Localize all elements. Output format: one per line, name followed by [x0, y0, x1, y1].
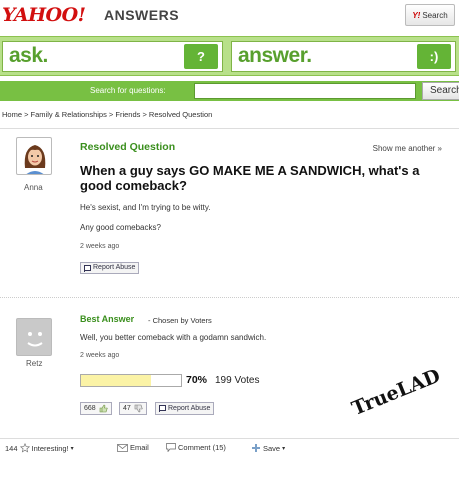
yahoo-search-button[interactable]: Y! Search — [405, 4, 455, 26]
asker-name[interactable]: Anna — [24, 183, 43, 192]
star-icon — [19, 443, 30, 453]
plus-icon — [252, 444, 260, 452]
report-abuse-button-question[interactable]: Report Abuse — [80, 262, 140, 274]
asker-avatar-icon — [24, 145, 46, 174]
vote-progress-fill — [81, 375, 151, 386]
thumbs-down-count: 47 — [123, 405, 131, 412]
answer-time: 2 weeks ago — [80, 352, 120, 359]
ask-label: ask. — [9, 44, 48, 67]
thumbs-down-button[interactable]: 47 — [119, 402, 147, 415]
chevron-down-icon: ▾ — [70, 445, 74, 452]
avatar-retz[interactable] — [16, 318, 52, 356]
save-button[interactable]: Save ▾ — [251, 443, 285, 453]
comment-button[interactable]: Comment (15) — [166, 443, 226, 452]
avatar-anna[interactable] — [16, 137, 52, 175]
report-abuse-label: Report Abuse — [168, 404, 211, 412]
email-button[interactable]: Email — [117, 443, 149, 452]
report-abuse-label: Report Abuse — [93, 264, 136, 271]
best-answer-title: Best Answer — [80, 314, 135, 324]
flag-icon — [159, 405, 166, 412]
resolved-question-title: Resolved Question — [80, 141, 176, 153]
interesting-button[interactable]: 144 Interesting! ▾ — [5, 443, 74, 453]
show-another-link[interactable]: Show me another » — [373, 144, 442, 153]
thumbs-up-count: 668 — [84, 405, 96, 412]
vote-progress-bar — [80, 374, 182, 387]
answer-text: Well, you better comeback with a godamn … — [80, 333, 267, 342]
thumbs-down-icon — [134, 404, 143, 413]
email-icon — [117, 443, 128, 452]
search-bar: Search for questions: Search — [0, 81, 459, 101]
save-label: Save — [263, 443, 281, 453]
question-details-line2: Any good comebacks? — [80, 223, 161, 232]
search-label: Search for questions: — [90, 86, 166, 95]
interesting-label: Interesting! — [31, 443, 69, 453]
answer-smiley-icon[interactable]: :) — [417, 44, 451, 69]
question-details-line1: He's sexist, and I'm trying to be witty. — [80, 203, 211, 212]
answer-label: answer. — [238, 44, 312, 67]
yahoo-logo[interactable]: YAHOO! — [2, 4, 86, 26]
header: YAHOO! ANSWERS Y! Search — [0, 0, 459, 34]
ask-question-icon[interactable]: ? — [184, 44, 218, 69]
chevron-down-icon: ▾ — [282, 445, 286, 452]
breadcrumb[interactable]: Home > Family & Relationships > Friends … — [2, 110, 212, 119]
search-input[interactable] — [194, 83, 416, 99]
default-avatar-icon — [27, 332, 43, 347]
answer-panel[interactable]: answer. :) — [231, 41, 456, 72]
ask-answer-bar: ask. ? answer. :) — [0, 36, 459, 76]
answerer-name[interactable]: Retz — [26, 359, 42, 368]
flag-icon — [84, 264, 91, 272]
search-button[interactable]: Search — [422, 82, 459, 100]
chosen-by-label: - Chosen by Voters — [148, 316, 212, 325]
yahoo-mini-logo-icon: Y! — [412, 10, 421, 20]
vote-percent: 70% — [186, 374, 208, 386]
email-label: Email — [130, 443, 149, 452]
section-divider — [0, 297, 459, 298]
comment-icon — [166, 443, 176, 452]
ask-panel[interactable]: ask. ? — [2, 41, 223, 72]
question-title: When a guy says GO MAKE ME A SANDWICH, w… — [80, 163, 420, 193]
vote-count: 199 Votes — [215, 375, 260, 386]
comment-label: Comment (15) — [178, 443, 226, 452]
thumbs-up-button[interactable]: 668 — [80, 402, 112, 415]
question-time: 2 weeks ago — [80, 243, 120, 250]
thumbs-up-icon — [99, 404, 108, 413]
interesting-count: 144 — [5, 443, 18, 453]
answers-logo-text: ANSWERS — [104, 7, 180, 23]
yahoo-search-button-label: Search — [422, 10, 448, 20]
report-abuse-button-answer[interactable]: Report Abuse — [155, 402, 215, 415]
